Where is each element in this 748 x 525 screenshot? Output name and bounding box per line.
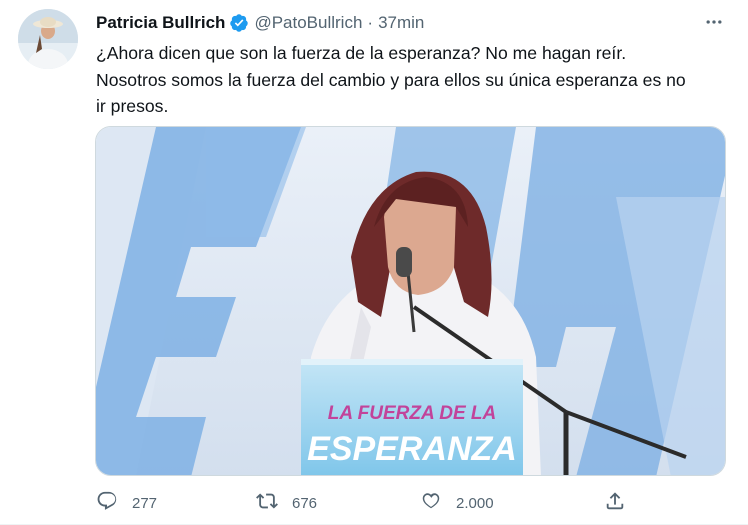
tweet-text-line: ¿Ahora dicen que son la fuerza de la esp… bbox=[96, 43, 627, 63]
reply-count: 277 bbox=[132, 494, 158, 512]
like-count: 2.000 bbox=[456, 494, 494, 512]
retweet-count: 676 bbox=[292, 494, 318, 512]
reply-button[interactable]: 277 bbox=[96, 490, 157, 516]
tweet-header: Patricia Bullrich @PatoBullrich · 37min bbox=[96, 12, 424, 34]
retweet-icon bbox=[256, 490, 278, 516]
share-button[interactable] bbox=[604, 490, 626, 516]
tweet-card[interactable]: Patricia Bullrich @PatoBullrich · 37min … bbox=[0, 0, 748, 525]
tweet-timestamp[interactable]: 37min bbox=[378, 13, 424, 33]
podium-text-line1: LA FUERZA DE LA bbox=[328, 403, 497, 424]
more-icon[interactable] bbox=[700, 10, 728, 34]
header-separator: · bbox=[367, 13, 374, 32]
verified-badge-icon bbox=[229, 13, 249, 33]
like-button[interactable]: 2.000 bbox=[420, 490, 494, 516]
author-avatar[interactable] bbox=[18, 9, 78, 69]
author-handle[interactable]: @PatoBullrich bbox=[254, 13, 362, 33]
like-icon bbox=[420, 490, 442, 516]
author-display-name[interactable]: Patricia Bullrich bbox=[96, 13, 225, 33]
podium-text-line2: ESPERANZA bbox=[307, 430, 517, 468]
tweet-actions: 277 676 2.000 bbox=[96, 490, 636, 516]
tweet-media-image[interactable]: LA FUERZA DE LA ESPERANZA bbox=[95, 126, 726, 476]
reply-icon bbox=[96, 490, 118, 516]
tweet-text-line: Nosotros somos la fuerza del cambio y pa… bbox=[96, 69, 686, 90]
avatar-image bbox=[18, 9, 78, 69]
share-icon bbox=[604, 490, 626, 516]
tweet-text: ¿Ahora dicen que son la fuerza de la esp… bbox=[96, 40, 736, 120]
retweet-button[interactable]: 676 bbox=[256, 490, 317, 516]
tweet-text-line: ir presos. bbox=[96, 96, 169, 116]
